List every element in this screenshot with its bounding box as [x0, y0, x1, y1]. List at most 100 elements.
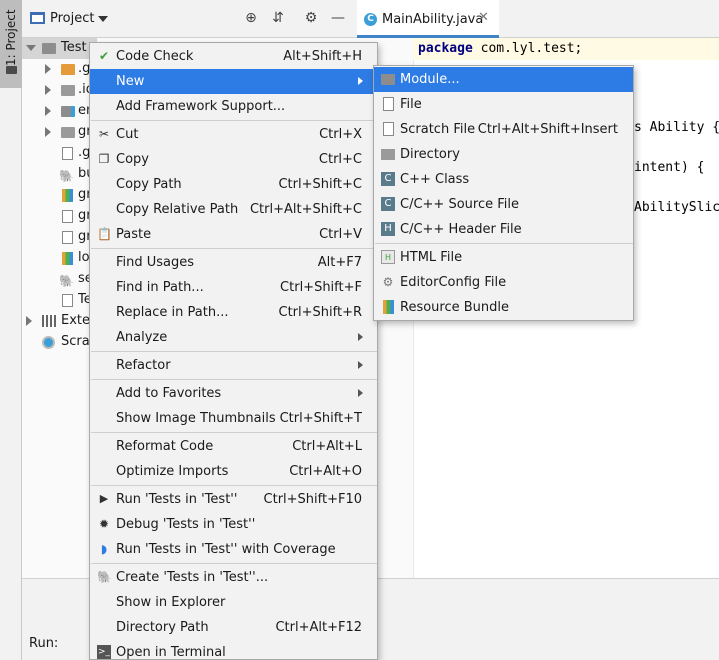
project-view-selector[interactable]: Project	[50, 11, 94, 26]
menu-item-run-tests[interactable]: ▶ Run 'Tests in 'Test'' Ctrl+Shift+F10	[90, 487, 377, 512]
code-fragment: s Ability {	[634, 120, 719, 135]
file-icon	[62, 294, 73, 307]
menu-item-show-in-explorer[interactable]: Show in Explorer	[90, 590, 377, 615]
tree-item-label[interactable]: lo	[78, 250, 90, 265]
menu-separator	[91, 379, 377, 380]
submenu-item-html-file[interactable]: H HTML File	[374, 245, 633, 270]
gradle-icon: 🐘	[97, 570, 112, 584]
menu-item-add-framework-support[interactable]: Add Framework Support...	[90, 94, 377, 119]
folder-icon	[61, 85, 75, 96]
debug-bug-icon: ✹	[98, 517, 110, 531]
menu-item-copy-path[interactable]: Copy Path Ctrl+Shift+C	[90, 172, 377, 197]
submenu-arrow-icon	[358, 77, 363, 85]
c-header-icon: H	[381, 222, 395, 236]
menu-item-find-in-path[interactable]: Find in Path... Ctrl+Shift+F	[90, 275, 377, 300]
file-icon	[62, 231, 73, 244]
menu-item-replace-in-path[interactable]: Replace in Path... Ctrl+Shift+R	[90, 300, 377, 325]
expand-arrow-icon[interactable]	[45, 106, 51, 116]
menu-item-find-usages[interactable]: Find Usages Alt+F7	[90, 250, 377, 275]
file-icon	[62, 147, 73, 160]
menu-item-copy-relative-path[interactable]: Copy Relative Path Ctrl+Alt+Shift+C	[90, 197, 377, 222]
menu-item-copy[interactable]: ❐ Copy Ctrl+C	[90, 147, 377, 172]
menu-separator	[91, 432, 377, 433]
submenu-item-module[interactable]: Module...	[374, 67, 633, 92]
menu-separator	[91, 351, 377, 352]
code-check-icon: ✔	[98, 49, 110, 63]
menu-item-show-image-thumbnails[interactable]: Show Image Thumbnails Ctrl+Shift+T	[90, 406, 377, 431]
run-icon: ▶	[99, 492, 109, 505]
module-folder-icon	[42, 43, 56, 54]
menu-item-code-check[interactable]: ✔ Code Check Alt+Shift+H	[90, 44, 377, 69]
clipboard-icon: 📋	[97, 227, 112, 241]
menu-item-run-with-coverage[interactable]: ◗ Run 'Tests in 'Test'' with Coverage	[90, 537, 377, 562]
expand-arrow-icon[interactable]	[26, 316, 32, 326]
tree-item-label[interactable]: Test	[61, 40, 87, 55]
terminal-icon: >_	[97, 645, 111, 659]
submenu-item-scratch-file[interactable]: Scratch File Ctrl+Alt+Shift+Insert	[374, 117, 633, 142]
submenu-item-cpp-class[interactable]: C C++ Class	[374, 167, 633, 192]
gradle-icon: 🐘	[59, 274, 74, 288]
editor-tab-label: MainAbility.java	[382, 12, 484, 27]
submenu-arrow-icon	[358, 333, 363, 341]
properties-file-icon	[62, 252, 73, 265]
locate-file-icon[interactable]: ⊕	[243, 10, 259, 26]
code-line-package: package com.lyl.test;	[418, 41, 583, 56]
menu-item-reformat-code[interactable]: Reformat Code Ctrl+Alt+L	[90, 434, 377, 459]
java-class-icon: C	[364, 13, 377, 26]
expand-arrow-icon[interactable]	[45, 127, 51, 137]
c-source-icon: C	[381, 197, 395, 211]
code-fragment: AbilitySlice	[634, 200, 719, 215]
close-icon[interactable]: ✕	[478, 10, 489, 25]
folder-orange-icon	[61, 64, 75, 75]
project-window-icon	[30, 12, 45, 24]
properties-file-icon	[62, 189, 73, 202]
module-folder-icon	[381, 74, 395, 85]
folder-icon	[6, 66, 17, 74]
menu-item-debug-tests[interactable]: ✹ Debug 'Tests in 'Test''	[90, 512, 377, 537]
copy-icon: ❐	[98, 152, 110, 166]
cpp-class-icon: C	[381, 172, 395, 186]
gear-icon: ⚙	[382, 275, 394, 289]
menu-item-optimize-imports[interactable]: Optimize Imports Ctrl+Alt+O	[90, 459, 377, 484]
file-icon	[383, 97, 394, 111]
menu-separator	[91, 120, 377, 121]
submenu-item-c-header-file[interactable]: H C/C++ Header File	[374, 217, 633, 242]
submenu-arrow-icon	[358, 389, 363, 397]
menu-item-new[interactable]: New	[90, 69, 377, 94]
expand-arrow-icon[interactable]	[45, 85, 51, 95]
context-menu: ✔ Code Check Alt+Shift+H New Add Framewo…	[89, 42, 378, 660]
gear-icon[interactable]: ⚙	[303, 10, 319, 26]
submenu-item-file[interactable]: File	[374, 92, 633, 117]
menu-separator	[91, 563, 377, 564]
menu-item-cut[interactable]: ✂ Cut Ctrl+X	[90, 122, 377, 147]
menu-item-open-in-terminal[interactable]: >_ Open in Terminal	[90, 640, 377, 660]
hide-panel-icon[interactable]: —	[330, 10, 346, 26]
submenu-item-editorconfig-file[interactable]: ⚙ EditorConfig File	[374, 270, 633, 295]
chevron-down-icon[interactable]	[98, 16, 108, 22]
gradle-icon: 🐘	[59, 169, 74, 183]
menu-separator	[91, 248, 377, 249]
menu-item-add-to-favorites[interactable]: Add to Favorites	[90, 381, 377, 406]
library-icon	[42, 315, 56, 327]
menu-item-refactor[interactable]: Refactor	[90, 353, 377, 378]
collapse-all-icon[interactable]: ⇵	[270, 10, 286, 26]
menu-item-paste[interactable]: 📋 Paste Ctrl+V	[90, 222, 377, 247]
scratches-icon	[42, 336, 55, 349]
scratch-file-icon	[383, 122, 394, 136]
project-tool-tab-label: 1: Project	[4, 9, 18, 66]
menu-item-analyze[interactable]: Analyze	[90, 325, 377, 350]
submenu-item-directory[interactable]: Directory	[374, 142, 633, 167]
submenu-item-resource-bundle[interactable]: Resource Bundle	[374, 295, 633, 320]
folder-icon	[381, 149, 395, 160]
run-label: Run:	[29, 636, 59, 651]
menu-item-directory-path[interactable]: Directory Path Ctrl+Alt+F12	[90, 615, 377, 640]
menu-separator	[91, 485, 377, 486]
submenu-arrow-icon	[358, 361, 363, 369]
menu-item-create-tests[interactable]: 🐘 Create 'Tests in 'Test''...	[90, 565, 377, 590]
expand-arrow-icon[interactable]	[45, 64, 51, 74]
tool-window-stripe	[0, 0, 22, 660]
expand-arrow-icon[interactable]	[26, 45, 36, 51]
file-icon	[62, 210, 73, 223]
new-submenu: Module... File Scratch File Ctrl+Alt+Shi…	[373, 65, 634, 321]
submenu-item-c-source-file[interactable]: C C/C++ Source File	[374, 192, 633, 217]
